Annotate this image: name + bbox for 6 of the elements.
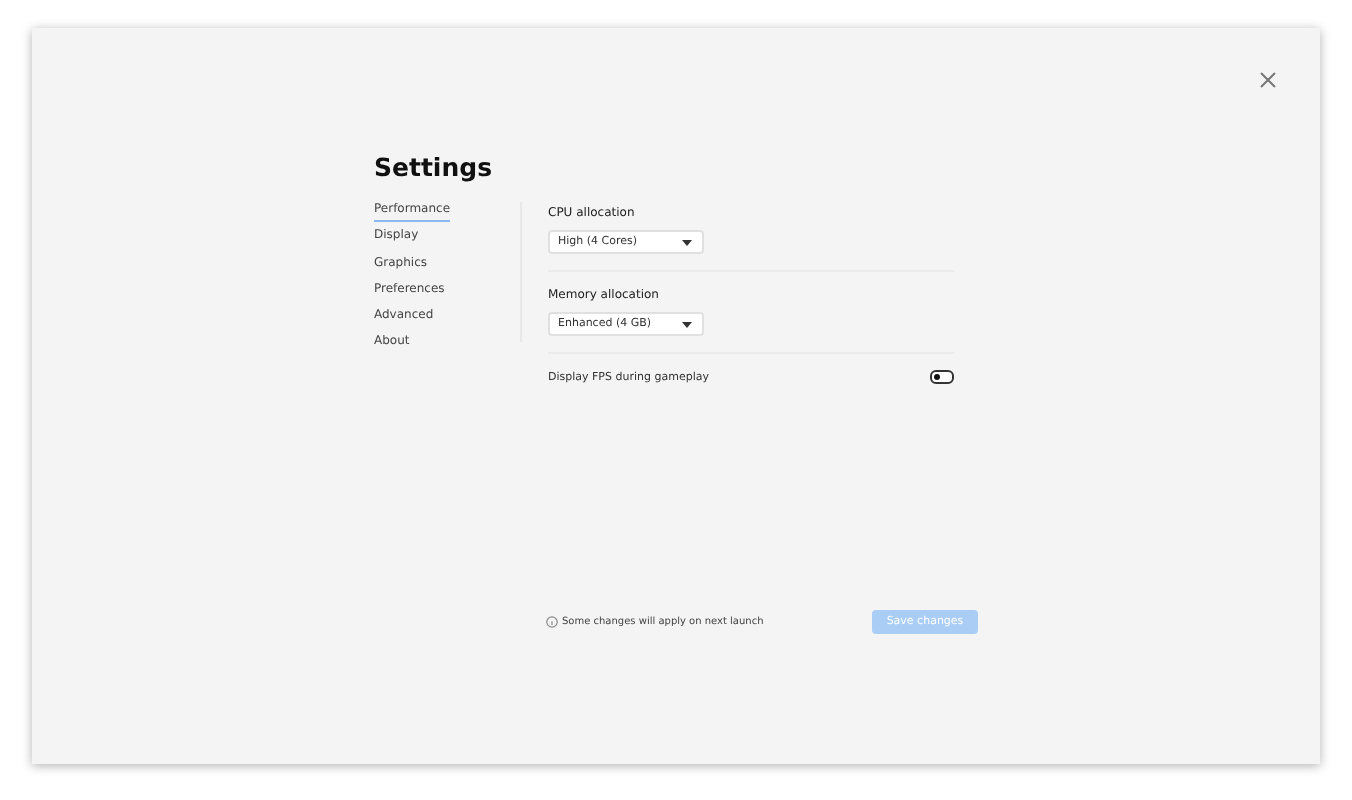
settings-title: Settings [374, 152, 495, 182]
toggle-switch[interactable] [930, 370, 954, 384]
caret-icon [682, 239, 692, 245]
info-icon [546, 616, 558, 628]
close-icon[interactable] [1260, 72, 1276, 88]
caret-icon [682, 321, 692, 327]
